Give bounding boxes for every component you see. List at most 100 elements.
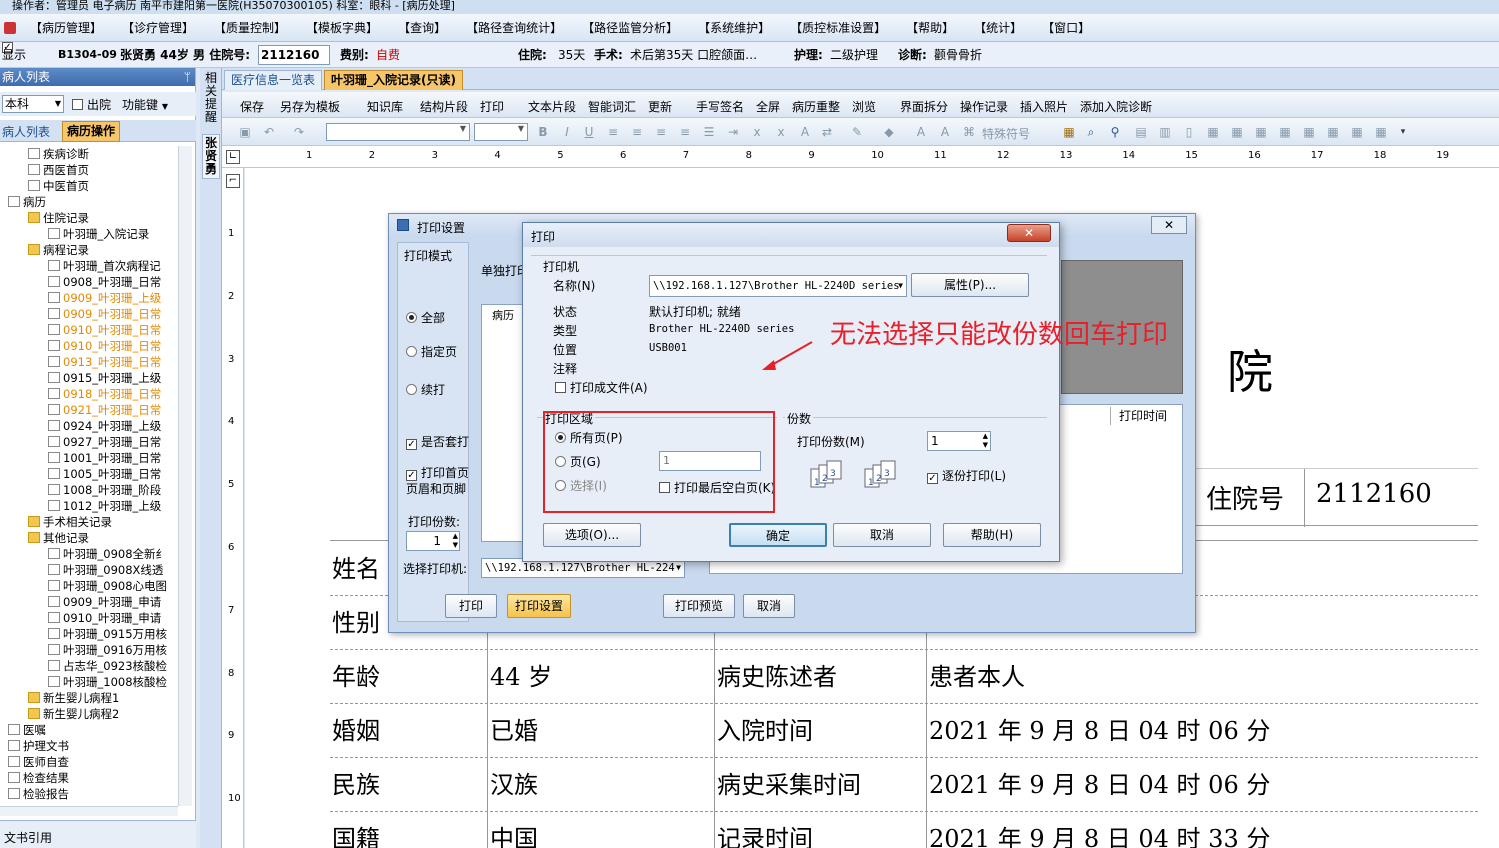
tree-item[interactable]: 其他记录	[28, 530, 89, 546]
tree-item[interactable]: 0915_叶羽珊_上级	[48, 370, 161, 386]
insert-photo-button[interactable]: 插入照片	[1020, 98, 1068, 115]
tree-item[interactable]: 检查结果	[8, 770, 69, 786]
tree-item[interactable]: 0909_叶羽珊_申请	[48, 594, 161, 610]
smart-words-button[interactable]: 智能词汇	[588, 98, 636, 115]
table-row-icon[interactable]: ▦	[1230, 125, 1244, 139]
function-key-menu[interactable]: 功能键 ▼	[122, 96, 168, 113]
tree-item[interactable]: 医嘱	[8, 722, 46, 738]
record-reorganize-button[interactable]: 病历重整	[792, 98, 840, 115]
collate-checkbox[interactable]: ✓	[927, 473, 938, 484]
tree-item[interactable]: 占志华_0923核酸检	[48, 658, 167, 674]
list-icon[interactable]: ☰	[702, 125, 716, 139]
tree-item[interactable]: 0918_叶羽珊_日常	[48, 386, 161, 402]
add-admission-diagnosis-button[interactable]: 添加入院诊断	[1080, 98, 1152, 115]
format-brush-icon[interactable]: ⇄	[820, 125, 834, 139]
align-right-icon[interactable]: ≡	[654, 125, 668, 139]
tree-item[interactable]: 叶羽珊_0908心电图	[48, 578, 167, 594]
menu-qc-standard[interactable]: 【质控标准设置】	[780, 18, 896, 38]
tree-item[interactable]: 护理文书	[8, 738, 69, 754]
tree-item[interactable]: 叶羽珊_0908X线透	[48, 562, 163, 578]
collate-toggle[interactable]: ✓ 逐份打印(L)	[927, 467, 1006, 484]
print-to-file-checkbox[interactable]	[555, 382, 566, 393]
tree-item[interactable]: 1005_叶羽珊_日常	[48, 466, 161, 482]
font-name-select[interactable]: ▼	[326, 123, 470, 141]
justify-icon[interactable]: ≡	[678, 125, 692, 139]
superscript-icon[interactable]: x	[774, 125, 788, 139]
tree-item[interactable]: 检验报告	[8, 786, 69, 802]
align-center-icon[interactable]: ≡	[630, 125, 644, 139]
help-button[interactable]: 帮助(H)	[943, 523, 1041, 547]
tree-scrollbar[interactable]	[178, 146, 192, 806]
search-icon[interactable]: ⌕	[1084, 125, 1098, 139]
tab-stop-icon[interactable]: ∟	[226, 150, 240, 164]
operation-log-button[interactable]: 操作记录	[960, 98, 1008, 115]
fullscreen-button[interactable]: 全屏	[756, 98, 780, 115]
radio-all[interactable]: 全部	[406, 309, 445, 326]
menu-path-stats[interactable]: 【路径查询统计】	[456, 18, 572, 38]
split-cells-icon[interactable]: ▦	[1302, 125, 1316, 139]
print-to-file-toggle[interactable]: 打印成文件(A)	[555, 379, 648, 396]
copies-spinner[interactable]: 1 ▲ ▼	[406, 531, 460, 551]
page-setup-icon[interactable]: ▯	[1182, 125, 1196, 139]
header-footer-checkbox[interactable]: ✓	[406, 470, 417, 481]
table-border-icon[interactable]: ▦	[1374, 125, 1388, 139]
tree-item[interactable]: 中医首页	[28, 178, 89, 194]
special-chars-button[interactable]: 特殊符号	[982, 125, 1030, 142]
ok-button[interactable]: 确定	[729, 523, 827, 547]
spin-arrows-icon[interactable]: ▲ ▼	[453, 532, 458, 550]
close-icon[interactable]: ✕	[1151, 216, 1187, 234]
print-button[interactable]: 打印	[445, 594, 497, 618]
align-left-icon[interactable]: ≡	[606, 125, 620, 139]
toolbar-overflow-icon[interactable]: ▾	[1396, 125, 1410, 139]
tree-item[interactable]: 叶羽珊_0908全新纟	[48, 546, 167, 562]
delete-col-icon[interactable]: ▦	[1350, 125, 1364, 139]
insert-image-icon[interactable]: ▦	[1062, 125, 1076, 139]
menu-query[interactable]: 【查询】	[388, 18, 456, 38]
tree-item[interactable]: 病程记录	[28, 242, 89, 258]
dept-select[interactable]: 本科 ▼	[2, 95, 64, 113]
radio-specified[interactable]: 指定页	[406, 343, 457, 360]
tree-item[interactable]: 手术相关记录	[28, 514, 112, 530]
struct-fragment-button[interactable]: 结构片段	[420, 98, 468, 115]
doc-reference-tab[interactable]: 文书引用	[4, 829, 52, 846]
save-as-template-button[interactable]: 另存为模板	[280, 98, 340, 115]
tree-item[interactable]: 0910_叶羽珊_申请	[48, 610, 161, 626]
cancel-button[interactable]: 取消	[743, 594, 795, 618]
fill-color-icon[interactable]: ◆	[882, 125, 896, 139]
tree-item[interactable]: 0910_叶羽珊_日常	[48, 338, 161, 354]
menu-record-mgmt[interactable]: 【病历管理】	[20, 18, 112, 38]
style-icon[interactable]: A	[938, 125, 952, 139]
font-color-icon[interactable]: A	[798, 125, 812, 139]
printer-name-select[interactable]: \\192.168.1.127\Brother HL-2240D series ▼	[649, 275, 907, 297]
tree-item[interactable]: 0908_叶羽珊_日常	[48, 274, 161, 290]
redo-icon[interactable]: ↷	[292, 125, 306, 139]
knowledge-base-button[interactable]: 知识库	[367, 98, 403, 115]
link-icon[interactable]: ⌘	[962, 125, 976, 139]
page-icon[interactable]: ▤	[1134, 125, 1148, 139]
tab-related-hints[interactable]: 相关提醒	[202, 72, 220, 124]
tree-item[interactable]: 1012_叶羽珊_上级	[48, 498, 161, 514]
overlay-toggle[interactable]: ✓ 是否套打	[406, 433, 469, 450]
tree-item[interactable]: 0921_叶羽珊_日常	[48, 402, 161, 418]
indent-icon[interactable]: ⇥	[726, 125, 740, 139]
tree-item[interactable]: 叶羽珊_0916万用核	[48, 642, 167, 658]
update-button[interactable]: 更新	[648, 98, 672, 115]
browse-button[interactable]: 浏览	[852, 98, 876, 115]
spin-arrows-icon[interactable]: ▲ ▼	[983, 432, 988, 450]
radio-continue-dot[interactable]	[406, 384, 417, 395]
tree-item[interactable]: 病历	[8, 194, 46, 210]
copy-page-icon[interactable]: ▥	[1158, 125, 1172, 139]
print-button[interactable]: 打印	[480, 98, 504, 115]
tab-medical-overview[interactable]: 医疗信息一览表	[224, 70, 323, 90]
tree-item[interactable]: 医师自查	[8, 754, 69, 770]
tree-item[interactable]: 0924_叶羽珊_上级	[48, 418, 161, 434]
discharged-checkbox[interactable]	[72, 99, 83, 110]
print-preview-button[interactable]: 打印预览	[663, 594, 735, 618]
close-icon[interactable]: ✕	[1007, 224, 1051, 242]
pin-icon[interactable]: ᛘ	[184, 68, 191, 86]
italic-icon[interactable]: I	[560, 125, 574, 139]
underline-icon[interactable]: U	[582, 125, 596, 139]
copies-count-spinner[interactable]: 1 ▲ ▼	[927, 431, 991, 451]
header-footer-toggle[interactable]: ✓ 打印首页页眉和页脚	[406, 465, 470, 497]
tree-item[interactable]: 0910_叶羽珊_日常	[48, 322, 161, 338]
